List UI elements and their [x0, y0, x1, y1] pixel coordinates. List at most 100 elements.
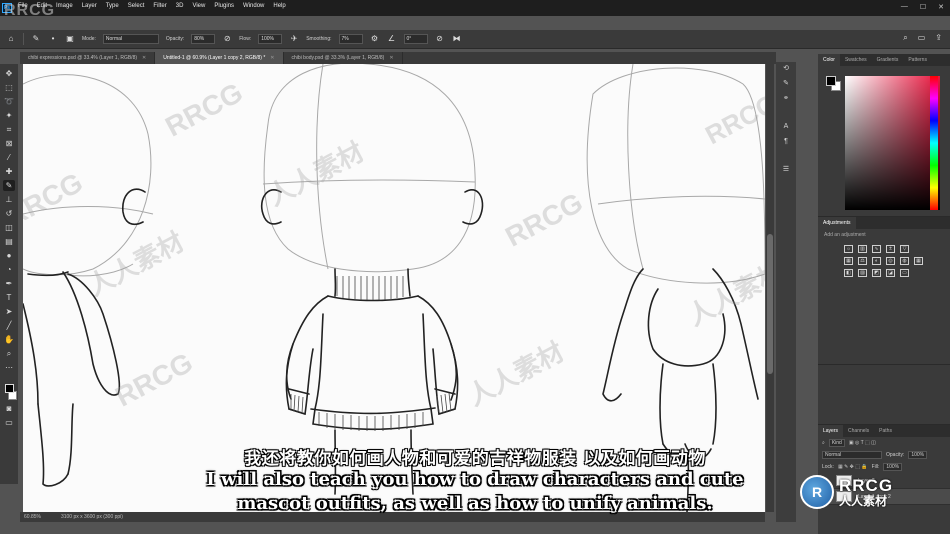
fill-field[interactable]: 100% [883, 463, 903, 471]
tab-channels[interactable]: Channels [843, 425, 874, 437]
photo-filter-icon[interactable]: ◎ [886, 257, 895, 265]
exposure-icon[interactable]: ± [886, 245, 895, 253]
menu-window[interactable]: Window [243, 3, 264, 9]
home-icon[interactable]: ⌂ [6, 34, 16, 44]
hand-tool-icon[interactable]: ✋ [3, 334, 15, 345]
eraser-tool-icon[interactable]: ◫ [3, 222, 15, 233]
blur-tool-icon[interactable]: ● [3, 250, 15, 261]
posterize-icon[interactable]: ▨ [858, 269, 867, 277]
black-white-icon[interactable]: ◐ [872, 257, 881, 265]
close-tab-icon[interactable]: ✕ [142, 55, 146, 61]
tab-swatches[interactable]: Swatches [840, 54, 872, 66]
brush-tool-icon[interactable]: ✎ [3, 180, 15, 191]
document-size-readout[interactable]: 3100 px x 3600 px (300 ppi) [61, 514, 123, 520]
color-picker-field[interactable] [845, 76, 940, 210]
opacity-field[interactable]: 80% [191, 34, 216, 44]
brushes-icon[interactable]: ✎ [781, 79, 792, 89]
history-icon[interactable]: ⟲ [781, 64, 792, 74]
hue-saturation-icon[interactable]: ▦ [844, 257, 853, 265]
minimize-icon[interactable]: — [901, 3, 908, 11]
photoshop-logo-icon[interactable]: Ps [2, 3, 12, 13]
airbrush-icon[interactable]: ✈ [289, 34, 299, 44]
quick-mask-icon[interactable]: ◙ [3, 403, 15, 414]
gradient-map-icon[interactable]: ▭ [900, 269, 909, 277]
tab-adjustments[interactable]: Adjustments [818, 217, 856, 229]
character-icon[interactable]: A [781, 122, 792, 132]
tab-layers[interactable]: Layers [818, 425, 844, 437]
brush-settings-icon[interactable]: ▣ [65, 34, 75, 44]
stamp-tool-icon[interactable]: ⊥ [3, 194, 15, 205]
type-tool-icon[interactable]: T [3, 292, 15, 303]
menu-layer[interactable]: Layer [82, 3, 97, 9]
path-select-tool-icon[interactable]: ➤ [3, 306, 15, 317]
canvas-scrollbar[interactable] [766, 64, 774, 512]
healing-tool-icon[interactable]: ✚ [3, 166, 15, 177]
gear-icon[interactable]: ⚙ [370, 34, 380, 44]
properties-icon[interactable]: ☰ [781, 165, 792, 175]
document-canvas[interactable]: RRCG 人人素材 RRCG 人人素材 RRCG 人人素材 RRCG 人人素材 … [23, 64, 765, 512]
mode-select[interactable]: Normal [102, 34, 159, 44]
hue-slider[interactable] [930, 76, 938, 210]
foreground-color-swatch[interactable] [4, 384, 14, 393]
kind-filter-select[interactable]: Kind [828, 439, 845, 447]
color-lookup-icon[interactable]: ▦ [914, 257, 923, 265]
more-tools-icon[interactable]: ⋯ [3, 362, 15, 373]
selective-color-icon[interactable]: ◪ [886, 269, 895, 277]
magic-wand-tool-icon[interactable]: ✦ [3, 110, 15, 121]
filter-icons[interactable]: ▣ ◎ T ⬚ ◫ [849, 440, 876, 446]
move-tool-icon[interactable]: ✥ [3, 68, 15, 79]
curves-icon[interactable]: ∿ [872, 245, 881, 253]
paragraph-icon[interactable]: ¶ [781, 137, 792, 147]
brush-tool-icon[interactable]: ✎ [31, 34, 41, 44]
pressure-opacity-icon[interactable]: ⊘ [222, 34, 232, 44]
menu-edit[interactable]: Edit [37, 3, 47, 9]
channel-mixer-icon[interactable]: ◍ [900, 257, 909, 265]
tab-paths[interactable]: Paths [874, 425, 897, 437]
frame-tool-icon[interactable]: ⊠ [3, 138, 15, 149]
search-icon[interactable]: ⌕ [903, 33, 907, 43]
close-icon[interactable]: ✕ [938, 3, 944, 11]
crop-tool-icon[interactable]: ⌗ [3, 124, 15, 135]
menu-image[interactable]: Image [56, 3, 73, 9]
menu-view[interactable]: View [192, 3, 205, 9]
menu-type[interactable]: Type [106, 3, 119, 9]
close-tab-icon[interactable]: ✕ [270, 55, 274, 61]
scrollbar-thumb[interactable] [767, 234, 773, 374]
symmetry-icon[interactable]: ⧓ [452, 34, 462, 44]
lasso-tool-icon[interactable]: ➰ [3, 96, 15, 107]
color-balance-icon[interactable]: ⚖ [858, 257, 867, 265]
history-brush-icon[interactable]: ↺ [3, 208, 15, 219]
workspace-icon[interactable]: ▭ [918, 33, 926, 43]
screen-mode-icon[interactable]: ▭ [3, 417, 15, 428]
tab-untitled-1[interactable]: Untitled-1 @ 60.9% (Layer 1 copy 2, RGB/… [155, 52, 284, 64]
brush-size-icon[interactable]: • [48, 34, 58, 44]
brightness-contrast-icon[interactable]: ☼ [844, 245, 853, 253]
eyedropper-tool-icon[interactable]: ⁄ [3, 152, 15, 163]
threshold-icon[interactable]: ◩ [872, 269, 881, 277]
tab-chibi-body[interactable]: chibi body.psd @ 33.3% (Layer 1, RGB/8) ✕ [284, 52, 403, 64]
menu-plugins[interactable]: Plugins [214, 3, 234, 9]
layer-opacity-field[interactable]: 100% [908, 451, 928, 459]
angle-field[interactable]: 0° [403, 34, 428, 44]
flow-field[interactable]: 100% [258, 34, 283, 44]
menu-file[interactable]: File [18, 3, 28, 9]
gradient-tool-icon[interactable]: ▤ [3, 236, 15, 247]
close-tab-icon[interactable]: ✕ [389, 55, 393, 61]
smoothing-field[interactable]: 7% [338, 34, 363, 44]
lock-icons[interactable]: ▦ ✎ ✥ ⬚ 🔒 [838, 464, 868, 470]
invert-icon[interactable]: ◧ [844, 269, 853, 277]
maximize-icon[interactable]: ☐ [920, 3, 926, 11]
marquee-tool-icon[interactable]: ⬚ [3, 82, 15, 93]
vibrance-icon[interactable]: ▽ [900, 245, 909, 253]
tab-chibi-expressions[interactable]: chibi expressions.psd @ 33.4% (Layer 1, … [20, 52, 156, 64]
foreground-color-swatch[interactable] [826, 76, 836, 86]
tab-patterns[interactable]: Patterns [903, 54, 932, 66]
menu-3d[interactable]: 3D [176, 3, 184, 9]
blend-mode-select[interactable]: Normal [822, 451, 882, 459]
clone-source-icon[interactable]: ⚭ [781, 94, 792, 104]
dodge-tool-icon[interactable]: ◔ [3, 264, 15, 275]
zoom-readout[interactable]: 60.85% [24, 514, 41, 520]
tab-gradients[interactable]: Gradients [872, 54, 904, 66]
tab-color[interactable]: Color [818, 54, 840, 66]
menu-help[interactable]: Help [273, 3, 285, 9]
